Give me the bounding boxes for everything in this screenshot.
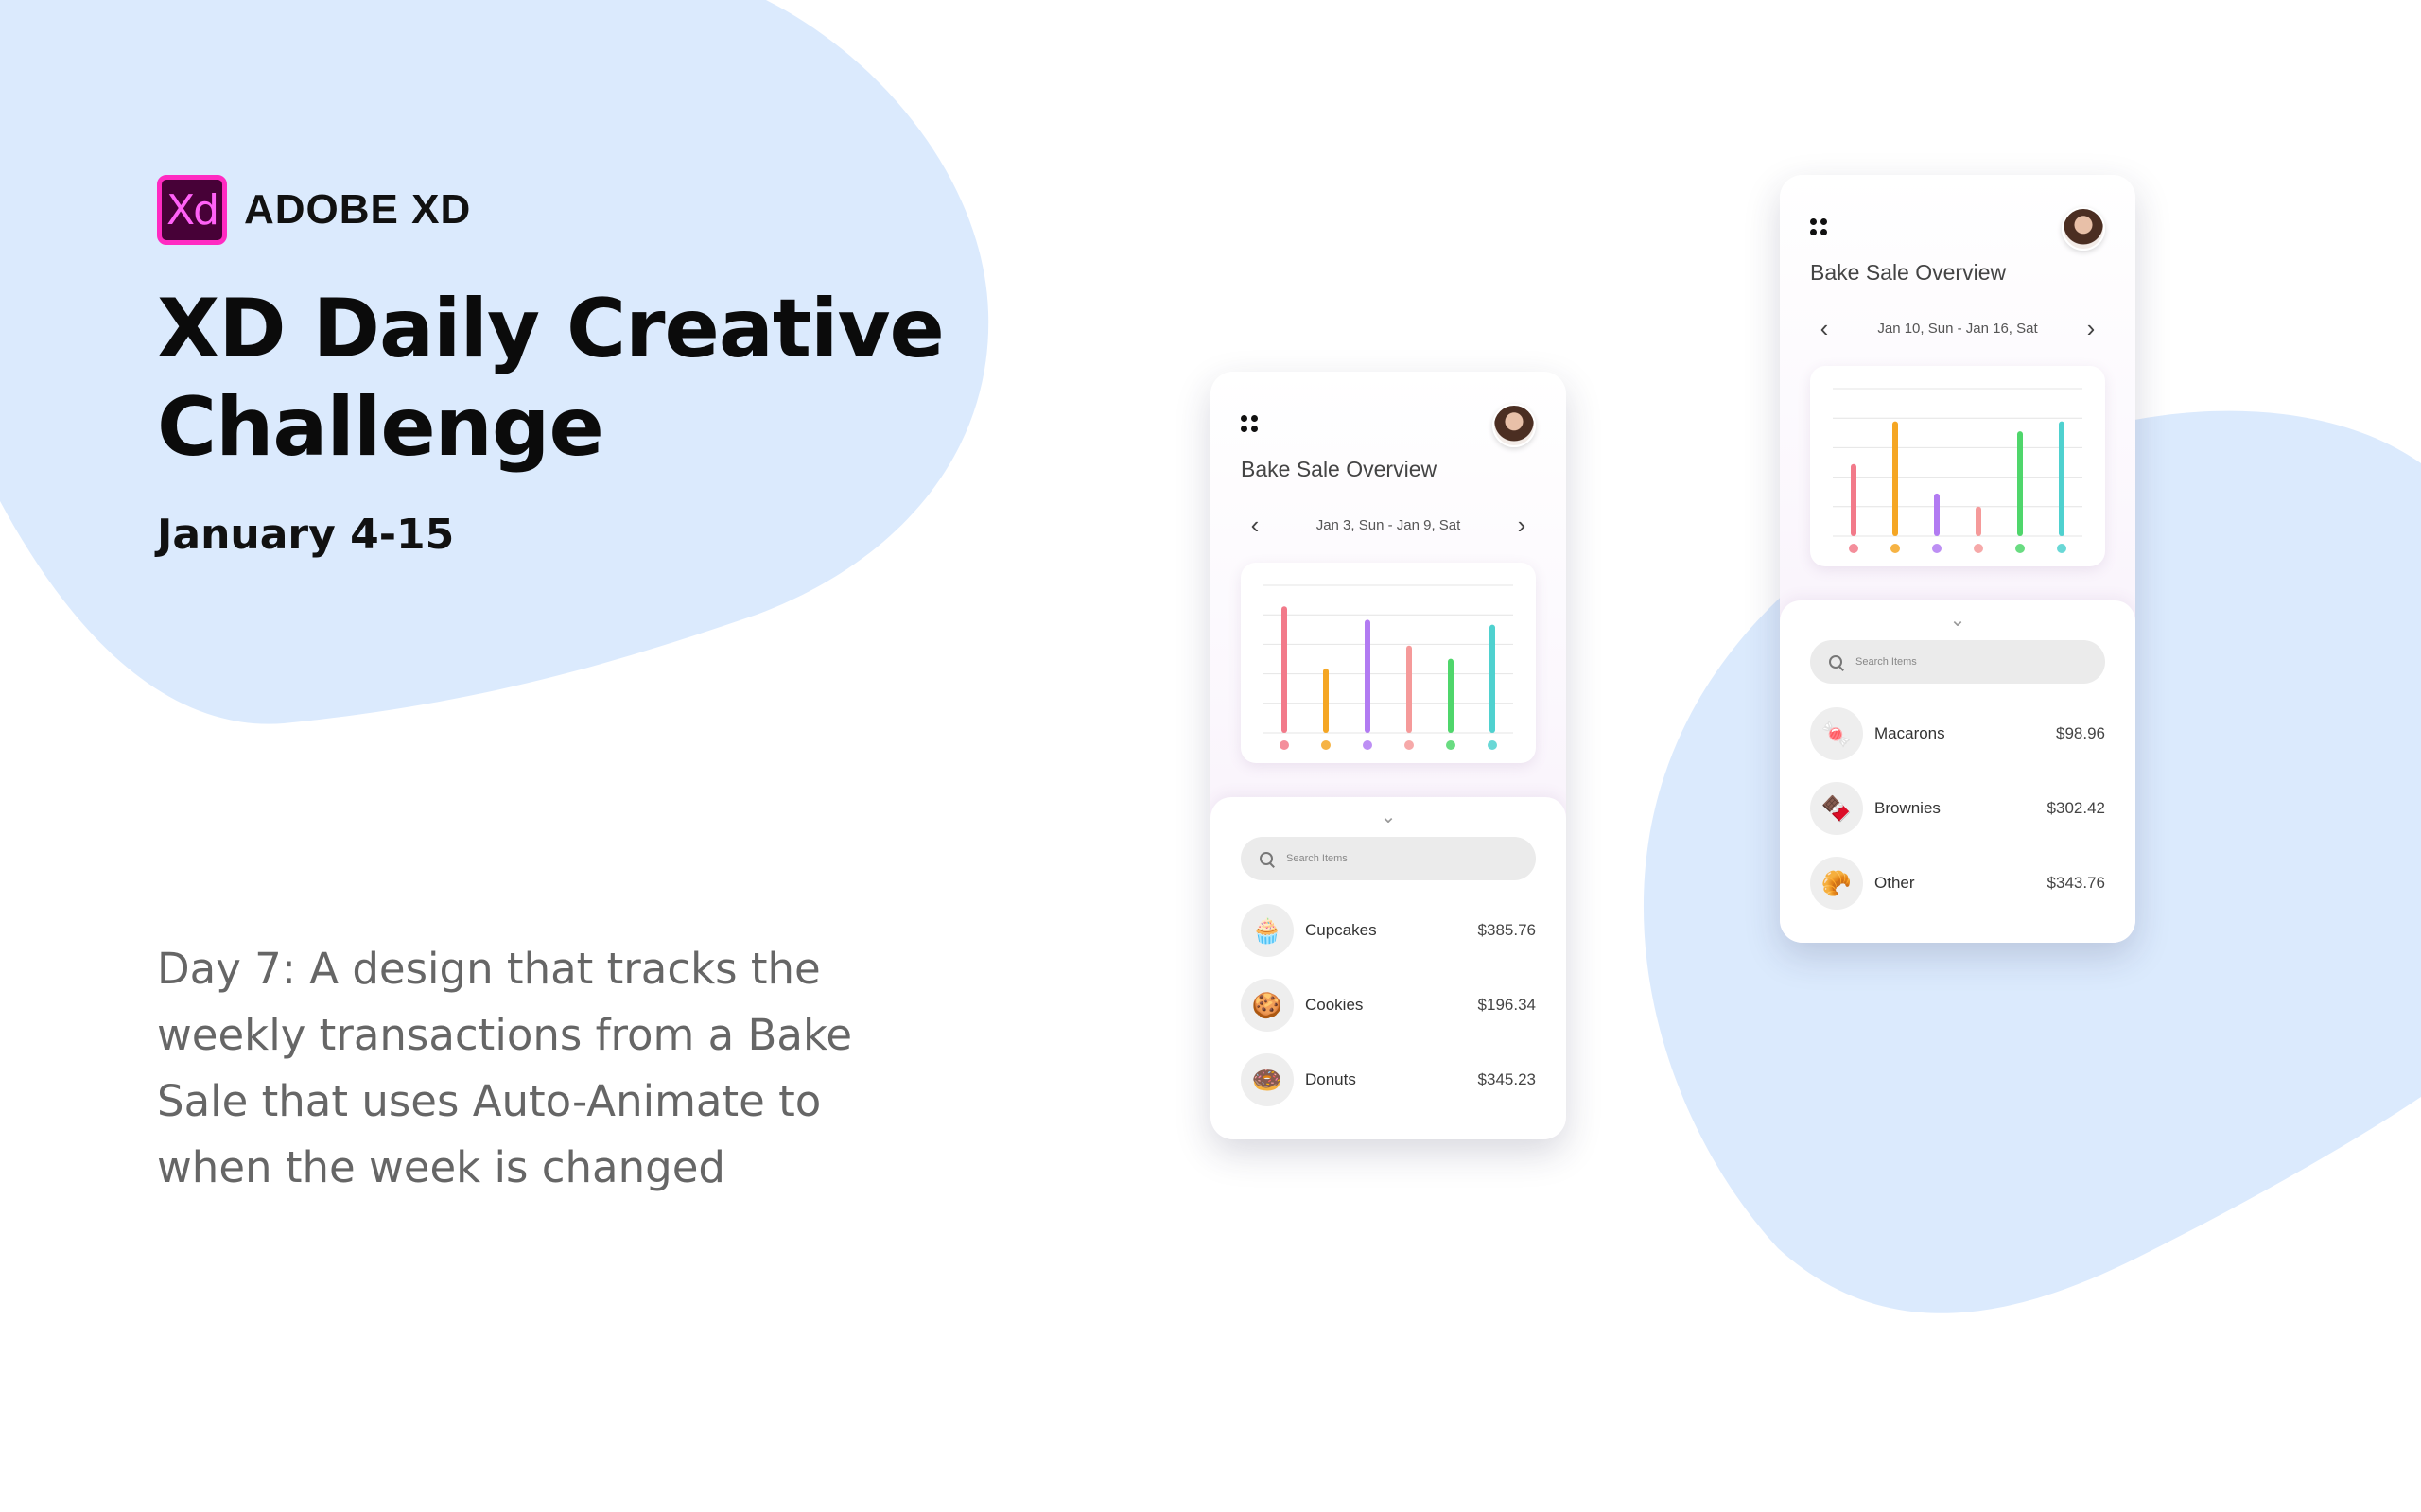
sales-chart-card [1241,563,1536,763]
week-label: Jan 10, Sun - Jan 16, Sat [1877,320,2038,337]
item-name: Brownies [1874,799,1941,817]
cookie-icon: 🍪 [1241,979,1294,1032]
bar-other[interactable] [1489,624,1495,733]
cookie-icon [1321,740,1331,750]
bar-cupcakes[interactable] [1851,463,1856,536]
other-pastry-icon [2057,544,2066,553]
item-name: Other [1874,874,1915,892]
item-name: Donuts [1305,1070,1356,1088]
chevron-down-icon[interactable]: ⌄ [1950,608,1966,632]
screen-header: Bake Sale Overview ‹ Jan 10, Sun - Jan 1… [1780,175,2135,667]
brownie-icon: 🍫 [1810,782,1863,835]
bar-donuts[interactable] [1365,619,1370,733]
bar-brownies[interactable] [2017,431,2023,536]
cupcake-icon [1849,544,1858,553]
item-price: $343.76 [2047,874,2105,892]
item-price: $98.96 [2056,724,2105,742]
item-name: Cookies [1305,996,1364,1014]
items-sheet: ⌄ Search Items 🍬 Macarons $98.96 🍫 Brown… [1780,600,2135,943]
item-name: Cupcakes [1305,921,1377,939]
phone-screen-week-1: Bake Sale Overview ‹ Jan 3, Sun - Jan 9,… [1210,372,1566,1139]
cupcake-icon [1280,740,1289,750]
search-placeholder: Search Items [1286,853,1348,864]
list-item[interactable]: 🍪 Cookies $196.34 [1241,978,1536,1033]
items-list: 🧁 Cupcakes $385.76 🍪 Cookies $196.34 🍩 D… [1241,903,1536,1127]
sales-bar-chart [1833,388,2082,553]
items-list: 🍬 Macarons $98.96 🍫 Brownies $302.42 🥐 O… [1810,706,2105,930]
sales-bar-chart [1263,584,1513,750]
item-price: $345.23 [1477,1070,1536,1088]
brownie-icon [2015,544,2025,553]
macaron-icon: 🍬 [1810,707,1863,760]
adobe-xd-logo: Xd [157,175,227,245]
chevron-down-icon[interactable]: ⌄ [1381,805,1397,828]
other-pastry-icon: 🥐 [1810,857,1863,910]
user-avatar[interactable] [2062,207,2105,251]
chevron-right-icon[interactable]: › [2077,316,2105,340]
challenge-description: Day 7: A design that tracks the weekly t… [157,944,853,1192]
item-name: Macarons [1874,724,1945,742]
list-item[interactable]: 🧁 Cupcakes $385.76 [1241,903,1536,958]
bar-brownies[interactable] [1448,658,1454,733]
items-sheet: ⌄ Search Items 🧁 Cupcakes $385.76 🍪 Cook… [1210,797,1566,1139]
phone-screen-week-2: Bake Sale Overview ‹ Jan 10, Sun - Jan 1… [1780,175,2135,943]
screen-title: Bake Sale Overview [1241,457,1437,481]
cupcake-icon: 🧁 [1241,904,1294,957]
donut-icon [1363,740,1372,750]
search-input[interactable]: Search Items [1241,837,1536,880]
week-navigator: ‹ Jan 3, Sun - Jan 9, Sat › [1241,513,1536,537]
macaron-icon [1404,740,1414,750]
list-item[interactable]: 🍬 Macarons $98.96 [1810,706,2105,761]
other-pastry-icon [1488,740,1497,750]
page-title-line-2: Challenge [157,380,604,475]
chevron-left-icon[interactable]: ‹ [1810,316,1838,340]
chevron-left-icon[interactable]: ‹ [1241,513,1269,537]
item-price: $385.76 [1477,921,1536,939]
week-navigator: ‹ Jan 10, Sun - Jan 16, Sat › [1810,316,2105,340]
search-input[interactable]: Search Items [1810,640,2105,684]
macaron-icon [1974,544,1983,553]
list-item[interactable]: 🍩 Donuts $345.23 [1241,1052,1536,1107]
bar-cupcakes[interactable] [1281,606,1287,733]
donut-icon [1932,544,1942,553]
grid-dots-icon[interactable] [1241,415,1258,432]
search-placeholder: Search Items [1855,656,1917,668]
week-label: Jan 3, Sun - Jan 9, Sat [1315,516,1461,533]
list-item[interactable]: 🍫 Brownies $302.42 [1810,781,2105,836]
grid-dots-icon[interactable] [1810,218,1827,235]
bar-macarons[interactable] [1976,506,1981,536]
search-icon [1260,852,1273,865]
bar-cookies[interactable] [1323,668,1329,733]
page-title-line-1: XD Daily Creative [157,282,945,376]
search-icon [1829,655,1842,669]
page-title: XD Daily Creative Challenge [157,280,989,477]
cookie-icon [1890,544,1900,553]
brownie-icon [1446,740,1455,750]
list-item[interactable]: 🥐 Other $343.76 [1810,856,2105,911]
screen-title: Bake Sale Overview [1810,260,2007,285]
bar-donuts[interactable] [1934,493,1940,536]
bar-macarons[interactable] [1406,645,1412,733]
item-price: $196.34 [1477,996,1536,1014]
bar-cookies[interactable] [1892,421,1898,536]
user-avatar[interactable] [1492,404,1536,447]
screen-header: Bake Sale Overview ‹ Jan 3, Sun - Jan 9,… [1210,372,1566,863]
sales-chart-card [1810,366,2105,566]
bar-other[interactable] [2059,421,2064,536]
challenge-dates: January 4-15 [157,511,455,559]
brand-name: ADOBE XD [244,186,472,233]
chevron-right-icon[interactable]: › [1507,513,1536,537]
brand: Xd ADOBE XD [157,175,471,245]
donut-icon: 🍩 [1241,1053,1294,1106]
item-price: $302.42 [2047,799,2105,817]
